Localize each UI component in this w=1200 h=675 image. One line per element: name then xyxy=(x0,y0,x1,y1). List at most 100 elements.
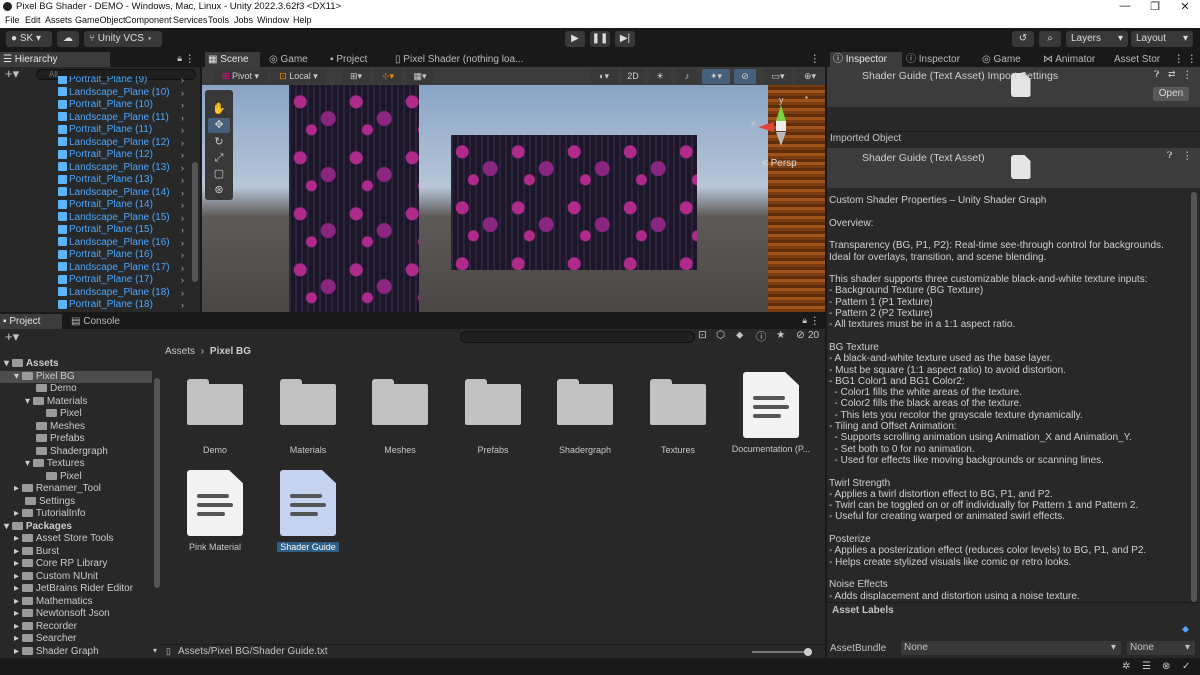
asset-pink-material[interactable]: Pink Material xyxy=(175,470,255,552)
hierarchy-scrollbar[interactable] xyxy=(192,162,198,282)
tree-item[interactable]: ▸ JetBrains Rider Editor xyxy=(14,583,133,596)
tree-item[interactable]: ▸ Core RP Library xyxy=(14,558,107,571)
orientation-gizmo[interactable]: y x < Persp xyxy=(750,95,820,175)
asset-folder-textures[interactable]: Textures xyxy=(638,379,718,455)
scale-tool-button[interactable]: ⤢ xyxy=(208,151,230,166)
assetbundle-dropdown[interactable]: None ▾ xyxy=(901,641,1121,655)
asset-folder-shadergraph[interactable]: Shadergraph xyxy=(545,379,625,455)
tree-item[interactable]: ▸ Burst xyxy=(14,546,59,559)
project-search-input[interactable] xyxy=(460,331,695,343)
list-item[interactable]: Landscape_Plane (15) › xyxy=(0,212,200,225)
list-item[interactable]: Portrait_Plane (17) › xyxy=(0,274,200,287)
play-button[interactable]: ▶ xyxy=(565,31,585,47)
chevron-right-icon[interactable]: › xyxy=(181,237,184,250)
account-button[interactable]: ● SK ▾ xyxy=(6,31,52,47)
asset-folder-materials[interactable]: Materials xyxy=(268,379,348,455)
tree-item[interactable]: ▸ Newtonsoft Json xyxy=(14,608,110,621)
rect-tool-button[interactable]: ▢ xyxy=(208,167,230,182)
snap-increment-button[interactable]: ⊹▾ xyxy=(374,69,402,84)
maximize-button[interactable]: ❐ xyxy=(1140,0,1170,13)
tree-item[interactable]: Demo xyxy=(36,383,77,396)
tab-animator[interactable]: ⋈ Animator xyxy=(1040,52,1110,67)
menu-tools[interactable]: Tools xyxy=(208,15,229,25)
audio-button[interactable]: ♪ xyxy=(676,69,698,84)
list-item[interactable]: Landscape_Plane (18) › xyxy=(0,287,200,300)
chevron-down-icon[interactable]: ▾ xyxy=(153,646,157,655)
tree-item[interactable]: Meshes xyxy=(36,421,85,434)
list-item[interactable]: Landscape_Plane (11) › xyxy=(0,112,200,125)
layers-dropdown[interactable]: Layers ▾ xyxy=(1066,31,1128,47)
visibility-button[interactable]: ⊘ xyxy=(734,69,756,84)
add-icon[interactable]: +▾ xyxy=(5,329,19,345)
chevron-right-icon[interactable]: › xyxy=(181,287,184,300)
menu-gameobject[interactable]: GameObject xyxy=(75,15,126,25)
mode-2d-button[interactable]: 2D xyxy=(622,69,644,84)
tab-scroll-icon[interactable]: ⋮ xyxy=(1174,53,1185,65)
bug-icon[interactable]: ✲ xyxy=(1122,661,1130,672)
tab-inspector-2[interactable]: ⓘ Inspector xyxy=(903,52,975,67)
persp-label[interactable]: < Persp xyxy=(762,158,797,169)
tab-project[interactable]: ▪ Project xyxy=(327,52,387,67)
tree-item[interactable]: ▸ Recorder xyxy=(14,621,77,634)
chevron-right-icon[interactable]: › xyxy=(181,76,184,87)
chevron-right-icon[interactable]: › xyxy=(181,124,184,137)
tree-item[interactable]: ▾ Assets xyxy=(4,358,59,371)
list-item[interactable]: Portrait_Plane (14) › xyxy=(0,199,200,212)
search-button[interactable]: ⌕ xyxy=(1039,31,1061,47)
list-item[interactable]: Landscape_Plane (10) › xyxy=(0,87,200,100)
help-icon[interactable]: ❓︎ xyxy=(1154,69,1159,80)
menu-component[interactable]: Component xyxy=(125,15,172,25)
chevron-right-icon[interactable]: › xyxy=(181,149,184,162)
camera-button[interactable]: ▭▾ xyxy=(764,69,792,84)
grid-visibility-button[interactable]: ▦▾ xyxy=(406,69,434,84)
more-icon[interactable]: ⋮ xyxy=(185,53,196,65)
gizmos-button[interactable]: ⊕▾ xyxy=(796,69,824,84)
list-item[interactable]: Landscape_Plane (17) › xyxy=(0,262,200,275)
tree-item[interactable]: ▾ Textures xyxy=(25,458,85,471)
tree-item[interactable]: ▸ Asset Store Tools xyxy=(14,533,113,546)
breadcrumb-pixel-bg[interactable]: Pixel BG xyxy=(210,346,251,357)
more-icon[interactable]: ⋮ xyxy=(810,53,821,65)
tree-item[interactable]: ▸ Custom NUnit xyxy=(14,571,98,584)
move-tool-button[interactable]: ✥ xyxy=(208,118,230,133)
shading-mode-button[interactable]: ◐▾ xyxy=(590,69,618,84)
list-item[interactable]: Landscape_Plane (12) › xyxy=(0,137,200,150)
list-item[interactable]: Portrait_Plane (10) › xyxy=(0,99,200,112)
close-button[interactable]: ✕ xyxy=(1170,0,1200,13)
list-item[interactable]: Portrait_Plane (18) › xyxy=(0,299,200,312)
cloud-button[interactable]: ☁ xyxy=(57,31,79,47)
lock-icon[interactable]: 🔒︎ xyxy=(177,53,182,64)
grid-snap-button[interactable]: ⊞▾ xyxy=(342,69,370,84)
breadcrumb-assets[interactable]: Assets xyxy=(165,346,195,357)
help-icon[interactable]: ❓︎ xyxy=(1167,150,1172,161)
chevron-right-icon[interactable]: › xyxy=(181,199,184,212)
chevron-right-icon[interactable]: › xyxy=(181,162,184,175)
search-by-type-icon[interactable]: ⊡ xyxy=(698,329,707,341)
chevron-right-icon[interactable]: › xyxy=(181,249,184,262)
lighting-button[interactable]: ☀ xyxy=(649,69,671,84)
tree-item[interactable]: ▸ Renamer_Tool xyxy=(14,483,101,496)
tab-pixel-shader[interactable]: ▯ Pixel Shader (nothing loa... xyxy=(392,52,532,67)
effects-button[interactable]: ✦▾ xyxy=(702,69,730,84)
asset-folder-demo[interactable]: Demo xyxy=(175,379,255,455)
tab-inspector[interactable]: ⓘ Inspector xyxy=(830,52,902,67)
menu-services[interactable]: Services xyxy=(173,15,208,25)
lock-icon[interactable]: ▪ xyxy=(805,93,808,102)
list-item[interactable]: Portrait_Plane (12) › xyxy=(0,149,200,162)
zoom-slider[interactable] xyxy=(752,648,812,656)
pivot-dropdown[interactable]: ⊞ Pivot ▾ xyxy=(213,69,268,84)
chevron-right-icon[interactable]: › xyxy=(181,187,184,200)
tree-item[interactable]: ▾ Packages xyxy=(4,521,72,534)
tab-game[interactable]: ◎ Game xyxy=(266,52,326,67)
tab-asset-store[interactable]: Asset Stor xyxy=(1111,52,1173,67)
local-dropdown[interactable]: ⊡ Local ▾ xyxy=(271,69,326,84)
tree-item[interactable]: ▸ Searcher xyxy=(14,633,76,646)
tree-item[interactable]: Prefabs xyxy=(36,433,84,446)
layout-dropdown[interactable]: Layout ▾ xyxy=(1131,31,1193,47)
step-button[interactable]: ▶| xyxy=(615,31,635,47)
tag-icon[interactable]: ⬥ xyxy=(1182,624,1189,635)
tree-item[interactable]: Shadergraph xyxy=(36,446,108,459)
menu-edit[interactable]: Edit xyxy=(25,15,41,25)
menu-assets[interactable]: Assets xyxy=(45,15,72,25)
open-button[interactable]: Open xyxy=(1153,87,1189,101)
